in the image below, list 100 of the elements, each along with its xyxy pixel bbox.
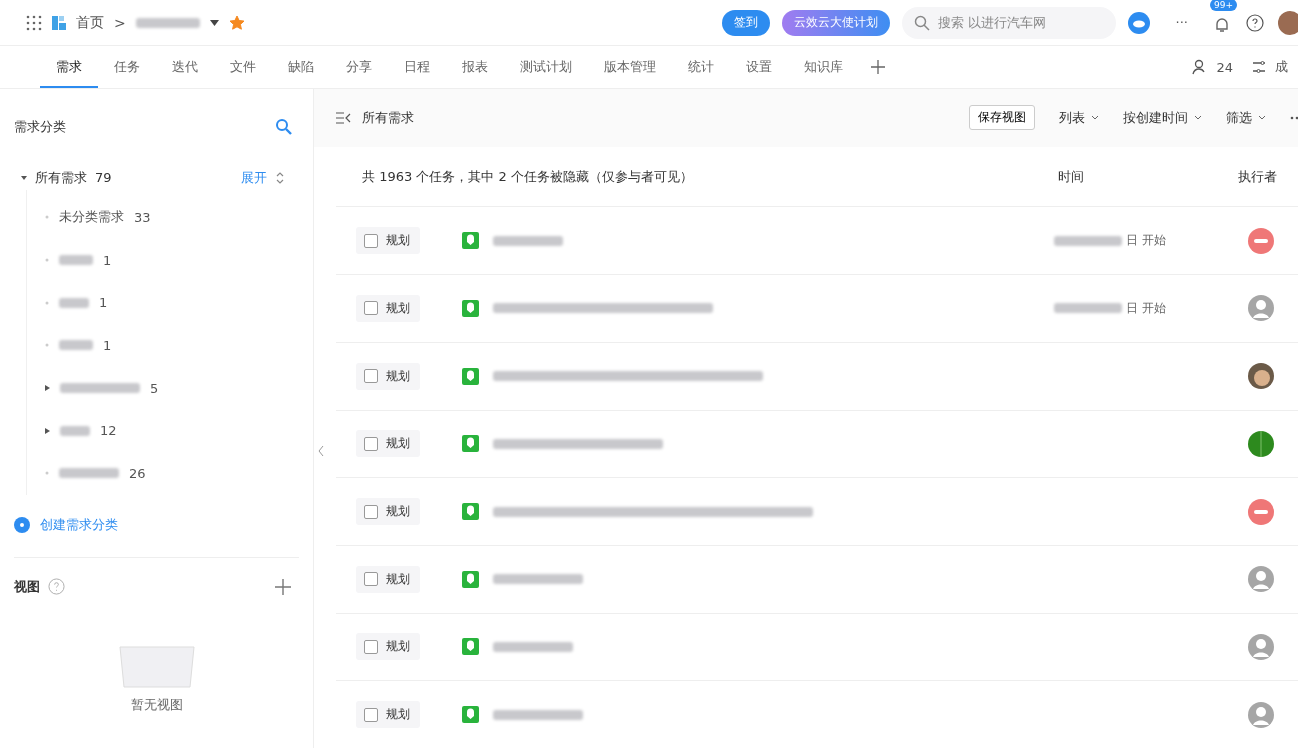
notification-badge: 99+ xyxy=(1210,0,1237,11)
save-view-button[interactable]: 保存视图 xyxy=(969,105,1035,131)
expand-link[interactable]: 展开 xyxy=(241,168,267,187)
avatar-icon[interactable] xyxy=(1276,10,1298,35)
cloud-icon[interactable] xyxy=(1127,11,1150,34)
nav-tab[interactable]: 统计 xyxy=(672,46,730,88)
expand-arrow-icon[interactable] xyxy=(45,427,50,434)
tree-item[interactable]: 所有需求 xyxy=(35,168,87,187)
chevron-icon xyxy=(1258,115,1266,121)
nav-tab[interactable]: 报表 xyxy=(446,46,504,88)
checkbox[interactable] xyxy=(364,572,378,587)
status-label: 规划 xyxy=(386,435,410,453)
requirement-icon xyxy=(462,570,479,588)
settings-icon[interactable] xyxy=(1251,59,1267,75)
blurred-text xyxy=(493,235,563,246)
menu-label[interactable]: 成 xyxy=(1275,58,1288,76)
breadcrumb-separator: > xyxy=(114,14,126,31)
item-count: 26 xyxy=(129,465,146,481)
status-label: 规划 xyxy=(386,300,410,317)
apps-grid-icon[interactable] xyxy=(26,14,42,31)
filter-dropdown[interactable]: 筛选 xyxy=(1226,108,1266,127)
chevron-icon xyxy=(1194,115,1202,121)
nav-tab[interactable]: 缺陷 xyxy=(272,46,330,88)
member-count: 24 xyxy=(1216,59,1233,75)
status-label: 规划 xyxy=(386,706,410,724)
status-tag[interactable]: 规划 xyxy=(356,362,420,390)
status-tag[interactable]: 规划 xyxy=(356,227,420,255)
expand-arrow-icon[interactable] xyxy=(45,385,50,392)
tree-item[interactable]: 未分类需求 xyxy=(59,208,124,227)
checkbox[interactable] xyxy=(364,436,378,451)
chevron-icon[interactable] xyxy=(275,170,285,185)
nav-tab[interactable]: 分享 xyxy=(330,46,388,88)
item-count: 1 xyxy=(103,252,112,268)
logo-icon[interactable] xyxy=(52,15,66,30)
add-icon[interactable] xyxy=(871,60,885,74)
requirement-icon xyxy=(462,300,479,317)
more-icon[interactable] xyxy=(1290,115,1298,120)
nav-tab[interactable]: 版本管理 xyxy=(588,46,672,88)
checkbox[interactable] xyxy=(364,504,378,519)
item-count: 12 xyxy=(100,423,117,439)
item-count: 5 xyxy=(150,380,159,396)
collapse-menu-icon[interactable] xyxy=(336,111,352,124)
blurred-text xyxy=(1054,235,1122,246)
item-count: 79 xyxy=(95,170,112,185)
item-count: 33 xyxy=(134,209,151,225)
status-label: 规划 xyxy=(386,570,410,588)
nav-tab[interactable]: 测试计划 xyxy=(504,46,588,88)
help-icon[interactable] xyxy=(1246,13,1264,32)
start-time: 日 开始 xyxy=(1126,300,1166,317)
search-icon[interactable] xyxy=(275,118,293,136)
nav-tab[interactable]: 任务 xyxy=(98,46,156,88)
checkbox[interactable] xyxy=(364,233,378,248)
chevron-icon xyxy=(1091,115,1099,121)
requirement-icon xyxy=(462,435,479,453)
checkbox[interactable] xyxy=(364,707,378,722)
status-tag[interactable]: 规划 xyxy=(356,498,420,526)
requirement-icon xyxy=(462,232,479,250)
status-label: 规划 xyxy=(386,638,410,656)
requirement-icon xyxy=(462,706,479,724)
start-time: 日 开始 xyxy=(1126,232,1166,250)
nav-tab[interactable]: 迭代 xyxy=(156,46,214,88)
status-label: 规划 xyxy=(386,503,410,521)
star-icon[interactable] xyxy=(228,14,245,31)
empty-box-icon xyxy=(118,645,195,688)
status-tag[interactable]: 规划 xyxy=(356,633,420,661)
bell-icon[interactable] xyxy=(1214,16,1230,33)
nav-tab[interactable]: 日程 xyxy=(388,46,446,88)
status-tag[interactable]: 规划 xyxy=(356,701,420,729)
list-dropdown[interactable]: 列表 xyxy=(1059,108,1099,127)
blurred-text xyxy=(135,17,200,28)
expand-arrow-icon[interactable] xyxy=(21,174,27,181)
status-tag[interactable]: 规划 xyxy=(356,565,420,593)
nav-tab[interactable]: 文件 xyxy=(214,46,272,88)
caret-icon[interactable] xyxy=(209,19,219,26)
view-title: 所有需求 xyxy=(362,108,414,127)
empty-text: 暂无视图 xyxy=(130,695,183,714)
search-field[interactable]: 搜索 以进行汽车网 xyxy=(901,6,1116,39)
breadcrumb-link[interactable]: 首页 xyxy=(76,13,104,32)
sidebar-title: 需求分类 xyxy=(14,118,66,136)
item-count: 1 xyxy=(103,337,112,353)
blurred-text xyxy=(1054,303,1122,314)
nav-tab[interactable]: 知识库 xyxy=(788,46,859,88)
nav-tab[interactable]: 需求 xyxy=(40,46,98,88)
views-title: 视图 xyxy=(14,577,40,596)
status-tag[interactable]: 规划 xyxy=(356,295,420,322)
checkbox[interactable] xyxy=(364,301,378,316)
requirement-icon xyxy=(462,638,479,656)
create-category-link[interactable]: 创建需求分类 xyxy=(40,515,118,534)
task-summary: 共 1963 个任务，其中 2 个任务被隐藏（仅参与者可见） xyxy=(362,167,694,186)
add-icon[interactable] xyxy=(275,578,291,595)
status-tag[interactable]: 规划 xyxy=(356,430,420,458)
checkbox[interactable] xyxy=(364,639,378,654)
checkbox[interactable] xyxy=(364,369,378,384)
sort-dropdown[interactable]: 按创建时间 xyxy=(1123,108,1202,127)
nav-tab[interactable]: 设置 xyxy=(730,46,788,88)
column-header: 执行者 xyxy=(1238,167,1278,186)
requirement-icon xyxy=(462,503,479,521)
status-label: 规划 xyxy=(386,367,410,385)
add-circle-icon[interactable] xyxy=(14,516,30,533)
more-button[interactable]: ··· xyxy=(1175,15,1188,30)
